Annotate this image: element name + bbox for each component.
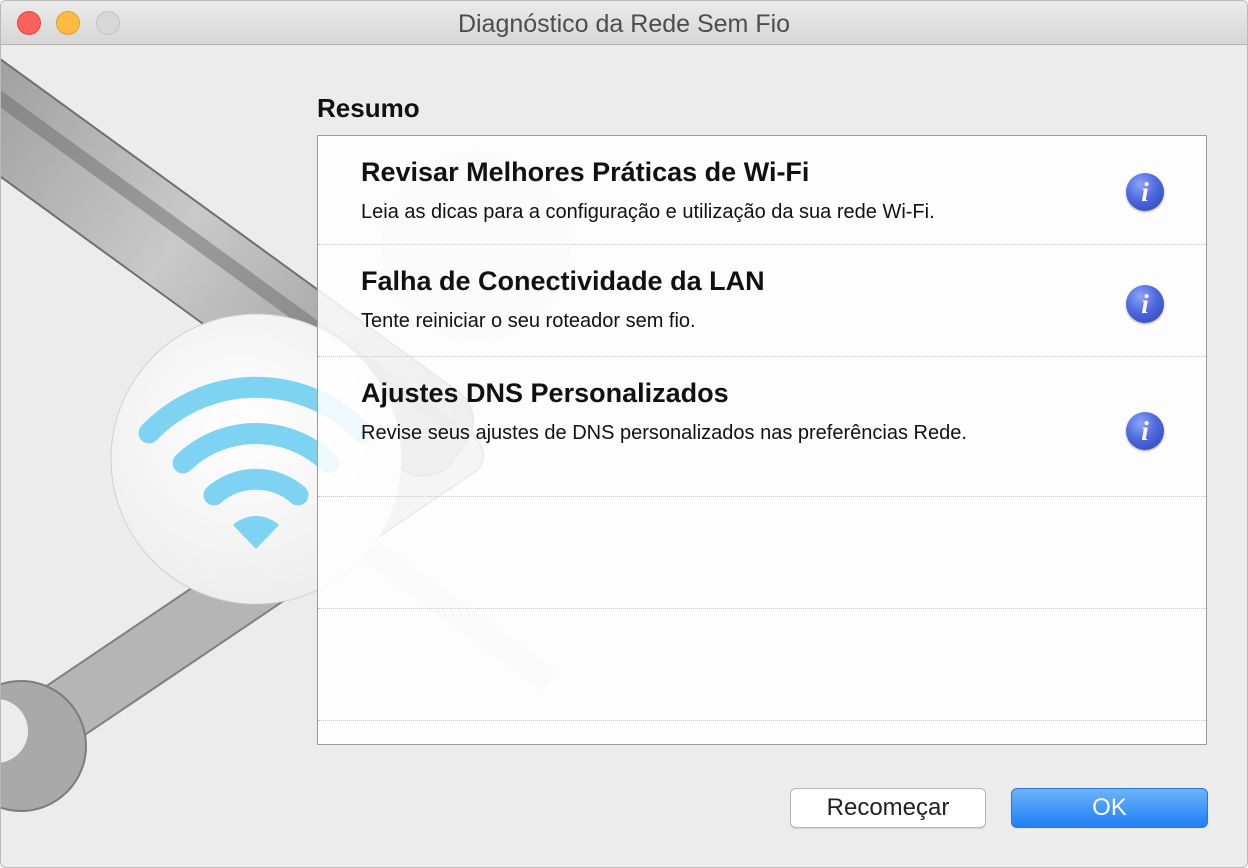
- restart-button[interactable]: Recomeçar: [790, 788, 986, 828]
- summary-list: Revisar Melhores Práticas de Wi-Fi Leia …: [317, 135, 1207, 745]
- summary-heading: Resumo: [317, 93, 420, 123]
- summary-item-title: Ajustes DNS Personalizados: [361, 378, 729, 408]
- window-title: Diagnóstico da Rede Sem Fio: [457, 10, 791, 38]
- summary-item-description: Revise seus ajustes de DNS personalizado…: [361, 422, 967, 444]
- summary-item: Falha de Conectividade da LAN Tente rein…: [318, 245, 1206, 357]
- summary-item-description: Tente reiniciar o seu roteador sem fio.: [361, 310, 696, 332]
- summary-item-title: Falha de Conectividade da LAN: [361, 266, 765, 296]
- empty-row: [318, 497, 1206, 609]
- empty-row: [318, 609, 1206, 721]
- ok-button[interactable]: OK: [1011, 788, 1208, 828]
- summary-item-title: Revisar Melhores Práticas de Wi-Fi: [361, 157, 810, 187]
- title-bar: Diagnóstico da Rede Sem Fio: [1, 1, 1247, 45]
- info-icon[interactable]: i: [1126, 285, 1164, 323]
- summary-item: Ajustes DNS Personalizados Revise seus a…: [318, 357, 1206, 497]
- info-icon[interactable]: i: [1126, 173, 1164, 211]
- summary-item: Revisar Melhores Práticas de Wi-Fi Leia …: [318, 136, 1206, 245]
- window: Diagnóstico da Rede Sem Fio Resumo Revis…: [0, 0, 1248, 868]
- info-icon[interactable]: i: [1126, 412, 1164, 450]
- summary-item-description: Leia as dicas para a configuração e util…: [361, 201, 935, 223]
